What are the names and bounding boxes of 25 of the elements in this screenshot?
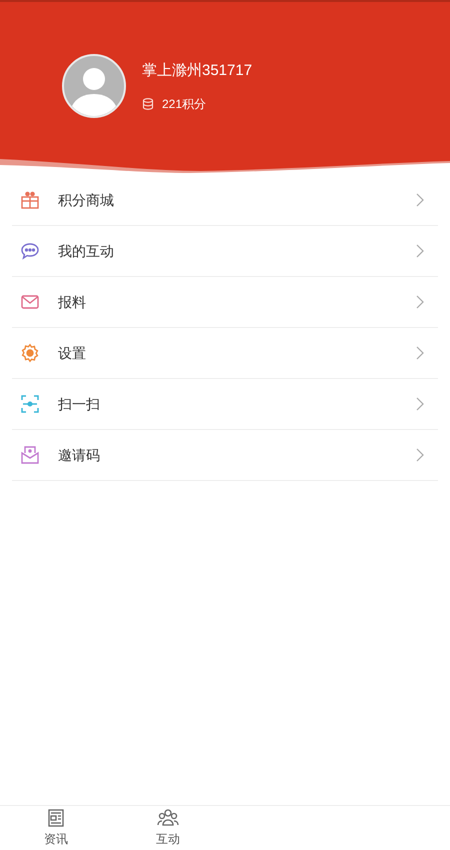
menu-item[interactable]: 报料 xyxy=(12,277,438,328)
chevron-right-icon xyxy=(416,448,424,462)
scan-icon xyxy=(20,394,40,414)
people-icon xyxy=(157,808,179,828)
menu-item[interactable]: 我的互动 xyxy=(12,226,438,277)
menu-item[interactable]: 设置 xyxy=(12,328,438,379)
tab[interactable]: 资讯 xyxy=(0,806,112,850)
settings-icon xyxy=(20,343,40,363)
points-text: 221积分 xyxy=(162,96,206,112)
chevron-right-icon xyxy=(416,295,424,309)
tab[interactable]: 互动 xyxy=(112,806,224,850)
menu-item[interactable]: 扫一扫 xyxy=(12,379,438,430)
newspaper-icon xyxy=(46,808,66,828)
chevron-right-icon xyxy=(416,244,424,258)
coins-icon xyxy=(142,98,154,110)
chat-icon xyxy=(20,241,40,261)
chevron-right-icon xyxy=(416,193,424,207)
menu-item[interactable]: 积分商城 xyxy=(12,175,438,226)
avatar[interactable] xyxy=(62,54,126,118)
invite-icon xyxy=(20,445,40,465)
menu-item[interactable]: 邀请码 xyxy=(12,430,438,481)
user-name: 掌上滁州351717 xyxy=(142,61,252,81)
chevron-right-icon xyxy=(416,397,424,411)
gift-icon xyxy=(20,190,40,210)
chevron-right-icon xyxy=(416,346,424,360)
